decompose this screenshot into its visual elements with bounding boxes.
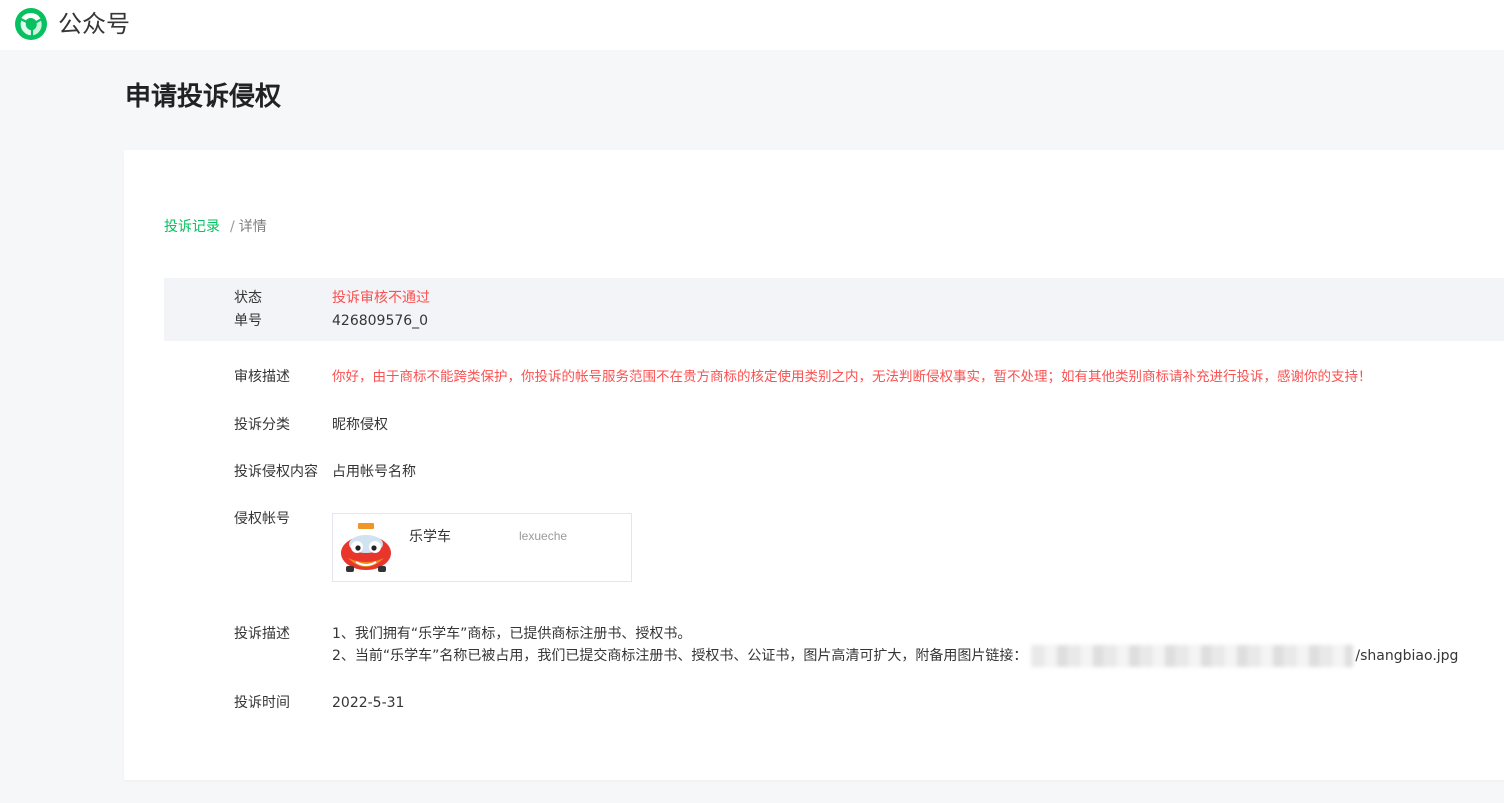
car-mascot-avatar-icon — [341, 523, 391, 572]
wechat-official-account-logo-icon[interactable] — [14, 7, 48, 41]
review-description-value: 你好，由于商标不能跨类保护，你投诉的帐号服务范围不在贵方商标的核定使用类别之内，… — [332, 369, 1372, 385]
review-description-label: 审核描述 — [234, 369, 290, 385]
infringing-content-label: 投诉侵权内容 — [234, 464, 318, 480]
complaint-time-label: 投诉时间 — [234, 695, 290, 711]
complaint-time-value: 2022-5-31 — [332, 695, 405, 711]
complaint-category-label: 投诉分类 — [234, 417, 290, 433]
infringing-content-value: 占用帐号名称 — [332, 464, 416, 480]
image-link-suffix[interactable]: /shangbiao.jpg — [1355, 648, 1458, 664]
account-name: 乐学车 — [409, 529, 451, 545]
breadcrumb-complaint-records-link[interactable]: 投诉记录 — [164, 219, 220, 235]
complaint-description-line-1: 1、我们拥有“乐学车”商标，已提供商标注册书、授权书。 — [332, 626, 692, 642]
page-title: 申请投诉侵权 — [125, 82, 282, 112]
detail-card — [124, 150, 1504, 780]
complaint-category-value: 昵称侵权 — [332, 417, 388, 433]
redacted-url — [1031, 645, 1354, 667]
breadcrumb-separator: / — [230, 219, 235, 235]
infringing-account-label: 侵权帐号 — [234, 511, 290, 527]
complaint-description-line-2: 2、当前“乐学车”名称已被占用，我们已提交商标注册书、授权书、公证书，图片高清可… — [332, 645, 1458, 667]
status-label: 状态 — [234, 290, 262, 306]
status-value: 投诉审核不通过 — [332, 290, 430, 306]
account-id: lexueche — [519, 529, 568, 543]
order-number-label: 单号 — [234, 313, 262, 329]
breadcrumb: 投诉记录 / 详情 — [164, 217, 267, 237]
order-number-value: 426809576_0 — [332, 313, 429, 329]
breadcrumb-current: 详情 — [238, 219, 267, 235]
brand-name[interactable]: 公众号 — [58, 9, 130, 39]
complaint-description-label: 投诉描述 — [234, 626, 290, 642]
complaint-description-line-2-text: 2、当前“乐学车”名称已被占用，我们已提交商标注册书、授权书、公证书，图片高清可… — [332, 648, 1028, 664]
infringing-account-card[interactable]: 乐学车 lexueche — [332, 513, 632, 582]
top-bar: 公众号 — [0, 0, 1504, 50]
